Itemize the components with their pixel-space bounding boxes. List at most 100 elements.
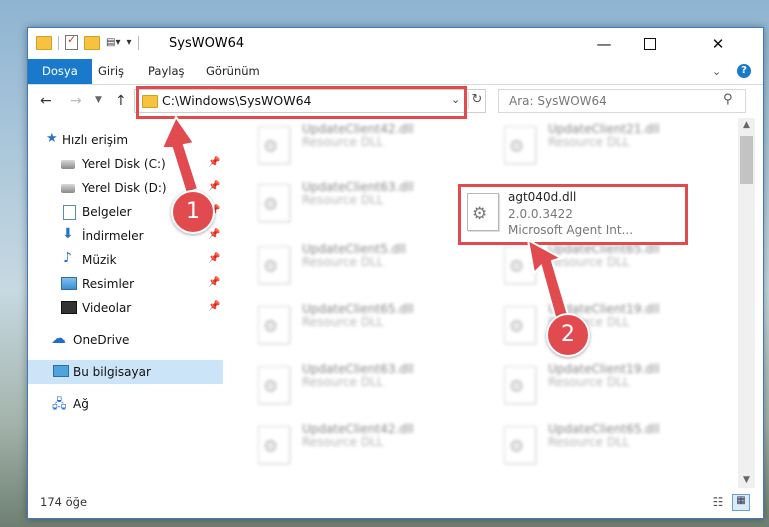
tab-paylas[interactable]: Paylaş	[148, 59, 185, 84]
address-bar[interactable]: C:\Windows\SysWOW64 ⌄ ↻	[134, 89, 486, 113]
qat-separator	[58, 35, 59, 50]
dll-file-icon	[258, 306, 290, 344]
pin-icon[interactable]: 📌	[208, 229, 220, 240]
file-name: UpdateClient65.dll	[302, 302, 414, 316]
sidebar-item-this-pc[interactable]: Bu bilgisayar	[28, 360, 223, 384]
file-tile[interactable]: UpdateClient63.dll Resource DLL	[246, 176, 476, 234]
tab-gorunum[interactable]: Görünüm	[206, 59, 260, 84]
file-tile[interactable]: UpdateClient21.dll Resource DLL	[492, 118, 722, 176]
step-1-callout: 1	[171, 190, 215, 234]
file-tile[interactable]: UpdateClient19.dll Resource DLL	[492, 358, 722, 416]
sidebar-item-label: Ağ	[73, 397, 89, 411]
sidebar-item-videos[interactable]: Videolar 📌	[28, 296, 223, 320]
tab-dosya[interactable]: Dosya	[28, 59, 92, 84]
search-box[interactable]: Ara: SysWOW64 ⚲	[498, 89, 746, 113]
sidebar-item-quick-access[interactable]: ★ Hızlı erişim	[28, 128, 223, 152]
file-name: UpdateClient19.dll	[548, 362, 660, 376]
pin-icon[interactable]: 📌	[208, 181, 220, 192]
address-path[interactable]: C:\Windows\SysWOW64	[162, 93, 311, 108]
dll-file-icon	[504, 306, 536, 344]
dll-file-icon	[258, 366, 290, 404]
file-name: UpdateClient21.dll	[548, 122, 660, 136]
qat-dropdown-icon[interactable]: ▾	[126, 37, 131, 48]
sidebar-item-label: İndirmeler	[82, 229, 144, 243]
file-list: UpdateClient42.dll Resource DLL UpdateCl…	[234, 118, 739, 488]
sidebar-item-network[interactable]: 🖧 Ağ	[28, 392, 223, 416]
sidebar-item-pictures[interactable]: Resimler 📌	[28, 272, 223, 296]
file-description: Resource DLL	[548, 375, 630, 389]
highlighted-file-tile[interactable]: agt040d.dll 2.0.0.3422 Microsoft Agent I…	[458, 184, 688, 245]
search-icon[interactable]: ⚲	[723, 92, 733, 107]
scrollbar-thumb[interactable]	[740, 136, 753, 184]
details-view-icon[interactable]: ☷	[710, 495, 726, 509]
file-name: UpdateClient42.dll	[302, 422, 414, 436]
dll-file-icon	[258, 184, 290, 222]
scroll-up-icon[interactable]: ▲	[738, 118, 755, 133]
drive-icon	[61, 160, 75, 169]
tab-giris[interactable]: Giriş	[98, 59, 124, 84]
file-tile[interactable]: UpdateClient42.dll Resource DLL	[246, 118, 476, 176]
item-count: 174 öğe	[40, 495, 88, 509]
search-input[interactable]: Ara: SysWOW64	[509, 94, 607, 108]
pin-icon[interactable]: 📌	[208, 277, 220, 288]
dll-file-icon	[504, 246, 536, 284]
sidebar-item-onedrive[interactable]: ☁ OneDrive	[28, 328, 223, 352]
file-tile[interactable]: UpdateClient5.dll Resource DLL	[246, 238, 476, 296]
maximize-button[interactable]	[627, 28, 673, 59]
minimize-button[interactable]: —	[581, 28, 627, 59]
music-icon: ♪	[63, 250, 72, 266]
dll-file-icon	[504, 366, 536, 404]
file-tile[interactable]: UpdateClient65.dll Resource DLL	[492, 418, 722, 476]
dll-file-icon	[258, 126, 290, 164]
file-tile[interactable]: UpdateClient42.dll Resource DLL	[246, 418, 476, 476]
sidebar-item-local-disk-c[interactable]: Yerel Disk (C:) 📌	[28, 152, 223, 176]
help-icon[interactable]: ?	[737, 64, 751, 78]
up-arrow-icon[interactable]: ↑	[115, 93, 127, 109]
file-tile[interactable]: UpdateClient65.dll Resource DLL	[246, 298, 476, 356]
forward-arrow-icon[interactable]: →	[70, 93, 82, 109]
sidebar-item-label: Videolar	[82, 301, 132, 315]
properties-icon[interactable]	[65, 33, 78, 50]
navigation-bar: ← → ▼ ↑ C:\Windows\SysWOW64 ⌄ ↻ Ara: Sys…	[28, 85, 763, 117]
file-name: agt040d.dll	[508, 190, 577, 204]
sidebar-item-music[interactable]: ♪ Müzik 📌	[28, 248, 223, 272]
expand-ribbon-icon[interactable]: ⌄	[712, 65, 721, 78]
back-arrow-icon[interactable]: ←	[40, 93, 52, 109]
ribbon-tabs: Dosya Giriş Paylaş Görünüm ⌄ ?	[28, 59, 763, 85]
sidebar-item-label: Yerel Disk (D:)	[82, 181, 167, 195]
sidebar-item-label: Yerel Disk (C:)	[82, 157, 166, 171]
pin-icon[interactable]: 📌	[208, 157, 220, 168]
file-name: UpdateClient42.dll	[302, 122, 414, 136]
file-name: UpdateClient63.dll	[302, 362, 414, 376]
vertical-scrollbar[interactable]: ▲ ▼	[738, 118, 755, 488]
sidebar-item-label: Müzik	[82, 253, 117, 267]
videos-icon	[61, 301, 77, 314]
close-button[interactable]: ✕	[673, 28, 763, 59]
chevron-down-icon[interactable]: ⌄	[451, 93, 460, 106]
file-tile[interactable]: UpdateClient19.dll Resource DLL	[492, 298, 722, 356]
pin-icon[interactable]: 📌	[208, 301, 220, 312]
pin-icon[interactable]: 📌	[208, 253, 220, 264]
file-version: 2.0.0.3422	[508, 207, 573, 221]
onedrive-icon: ☁	[51, 329, 66, 347]
file-description: Resource DLL	[548, 135, 630, 149]
file-name: UpdateClient63.dll	[302, 180, 414, 194]
file-tile[interactable]: UpdateClient63.dll Resource DLL	[246, 358, 476, 416]
sidebar-item-label: Resimler	[82, 277, 135, 291]
refresh-icon[interactable]: ↻	[468, 92, 485, 109]
drive-icon	[61, 184, 75, 193]
file-description: Resource DLL	[302, 315, 384, 329]
scroll-down-icon[interactable]: ▼	[738, 473, 755, 488]
file-tile[interactable]: UpdateClient65.dll Resource DLL	[492, 238, 722, 296]
dll-file-icon	[258, 426, 290, 464]
customize-qat-icon[interactable]: ▤▾	[106, 37, 120, 48]
recent-locations-icon[interactable]: ▼	[95, 95, 102, 105]
new-folder-icon[interactable]	[84, 35, 100, 50]
maximize-icon	[644, 37, 656, 50]
status-bar: 174 öğe ☷ ▦	[28, 490, 763, 516]
folder-icon	[36, 35, 52, 50]
tiles-view-icon[interactable]: ▦	[732, 494, 750, 511]
dll-file-icon	[504, 126, 536, 164]
file-description: Resource DLL	[548, 435, 630, 449]
documents-icon	[63, 205, 76, 220]
